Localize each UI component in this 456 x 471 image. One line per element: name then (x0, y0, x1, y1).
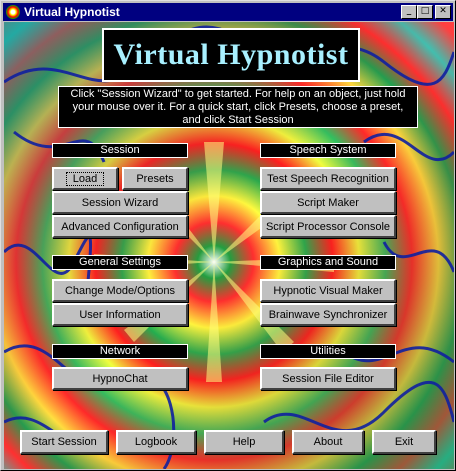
advanced-configuration-button[interactable]: Advanced Configuration (52, 215, 188, 238)
test-speech-recognition-button[interactable]: Test Speech Recognition (260, 167, 396, 190)
start-session-button[interactable]: Start Session (20, 430, 108, 454)
logbook-button[interactable]: Logbook (116, 430, 196, 454)
instructions-panel: Click "Session Wizard" to get started. F… (58, 86, 418, 128)
maximize-button[interactable]: □ (417, 5, 433, 19)
section-label-graphics-sound: Graphics and Sound (260, 255, 396, 270)
exit-button[interactable]: Exit (372, 430, 436, 454)
instructions-line-1: Click "Session Wizard" to get started. F… (70, 88, 406, 100)
presets-button[interactable]: Presets (122, 167, 188, 190)
hypnotic-visual-maker-button[interactable]: Hypnotic Visual Maker (260, 279, 396, 302)
title-bar[interactable]: Virtual Hypnotist _ □ ✕ (3, 3, 453, 21)
minimize-button[interactable]: _ (401, 5, 417, 19)
load-button[interactable]: Load (52, 167, 118, 190)
script-processor-console-button[interactable]: Script Processor Console (260, 215, 396, 238)
instructions-line-2: your mouse over it. For a quick start, c… (72, 101, 404, 113)
change-mode-options-button[interactable]: Change Mode/Options (52, 279, 188, 302)
script-maker-button[interactable]: Script Maker (260, 191, 396, 214)
section-label-session: Session (52, 143, 188, 158)
user-information-button[interactable]: User Information (52, 303, 188, 326)
section-label-network: Network (52, 344, 188, 359)
instructions-line-3: and click Start Session (182, 114, 294, 126)
app-title-banner: Virtual Hypnotist (102, 28, 360, 82)
banner-title: Virtual Hypnotist (113, 38, 349, 71)
brainwave-synchronizer-button[interactable]: Brainwave Synchronizer (260, 303, 396, 326)
main-panel: Virtual Hypnotist Click "Session Wizard"… (4, 22, 454, 469)
load-button-label: Load (65, 171, 105, 186)
window-title: Virtual Hypnotist (24, 5, 120, 19)
app-window: Virtual Hypnotist _ □ ✕ Virtual Hypnotis… (0, 0, 456, 471)
app-spiral-icon[interactable] (6, 5, 20, 19)
help-button[interactable]: Help (204, 430, 284, 454)
close-button[interactable]: ✕ (435, 5, 451, 19)
session-file-editor-button[interactable]: Session File Editor (260, 367, 396, 390)
session-wizard-button[interactable]: Session Wizard (52, 191, 188, 214)
about-button[interactable]: About (292, 430, 364, 454)
section-label-speech-system: Speech System (260, 143, 396, 158)
hypnochat-button[interactable]: HypnoChat (52, 367, 188, 390)
section-label-general-settings: General Settings (52, 255, 188, 270)
window-controls: _ □ ✕ (401, 5, 451, 19)
section-label-utilities: Utilities (260, 344, 396, 359)
